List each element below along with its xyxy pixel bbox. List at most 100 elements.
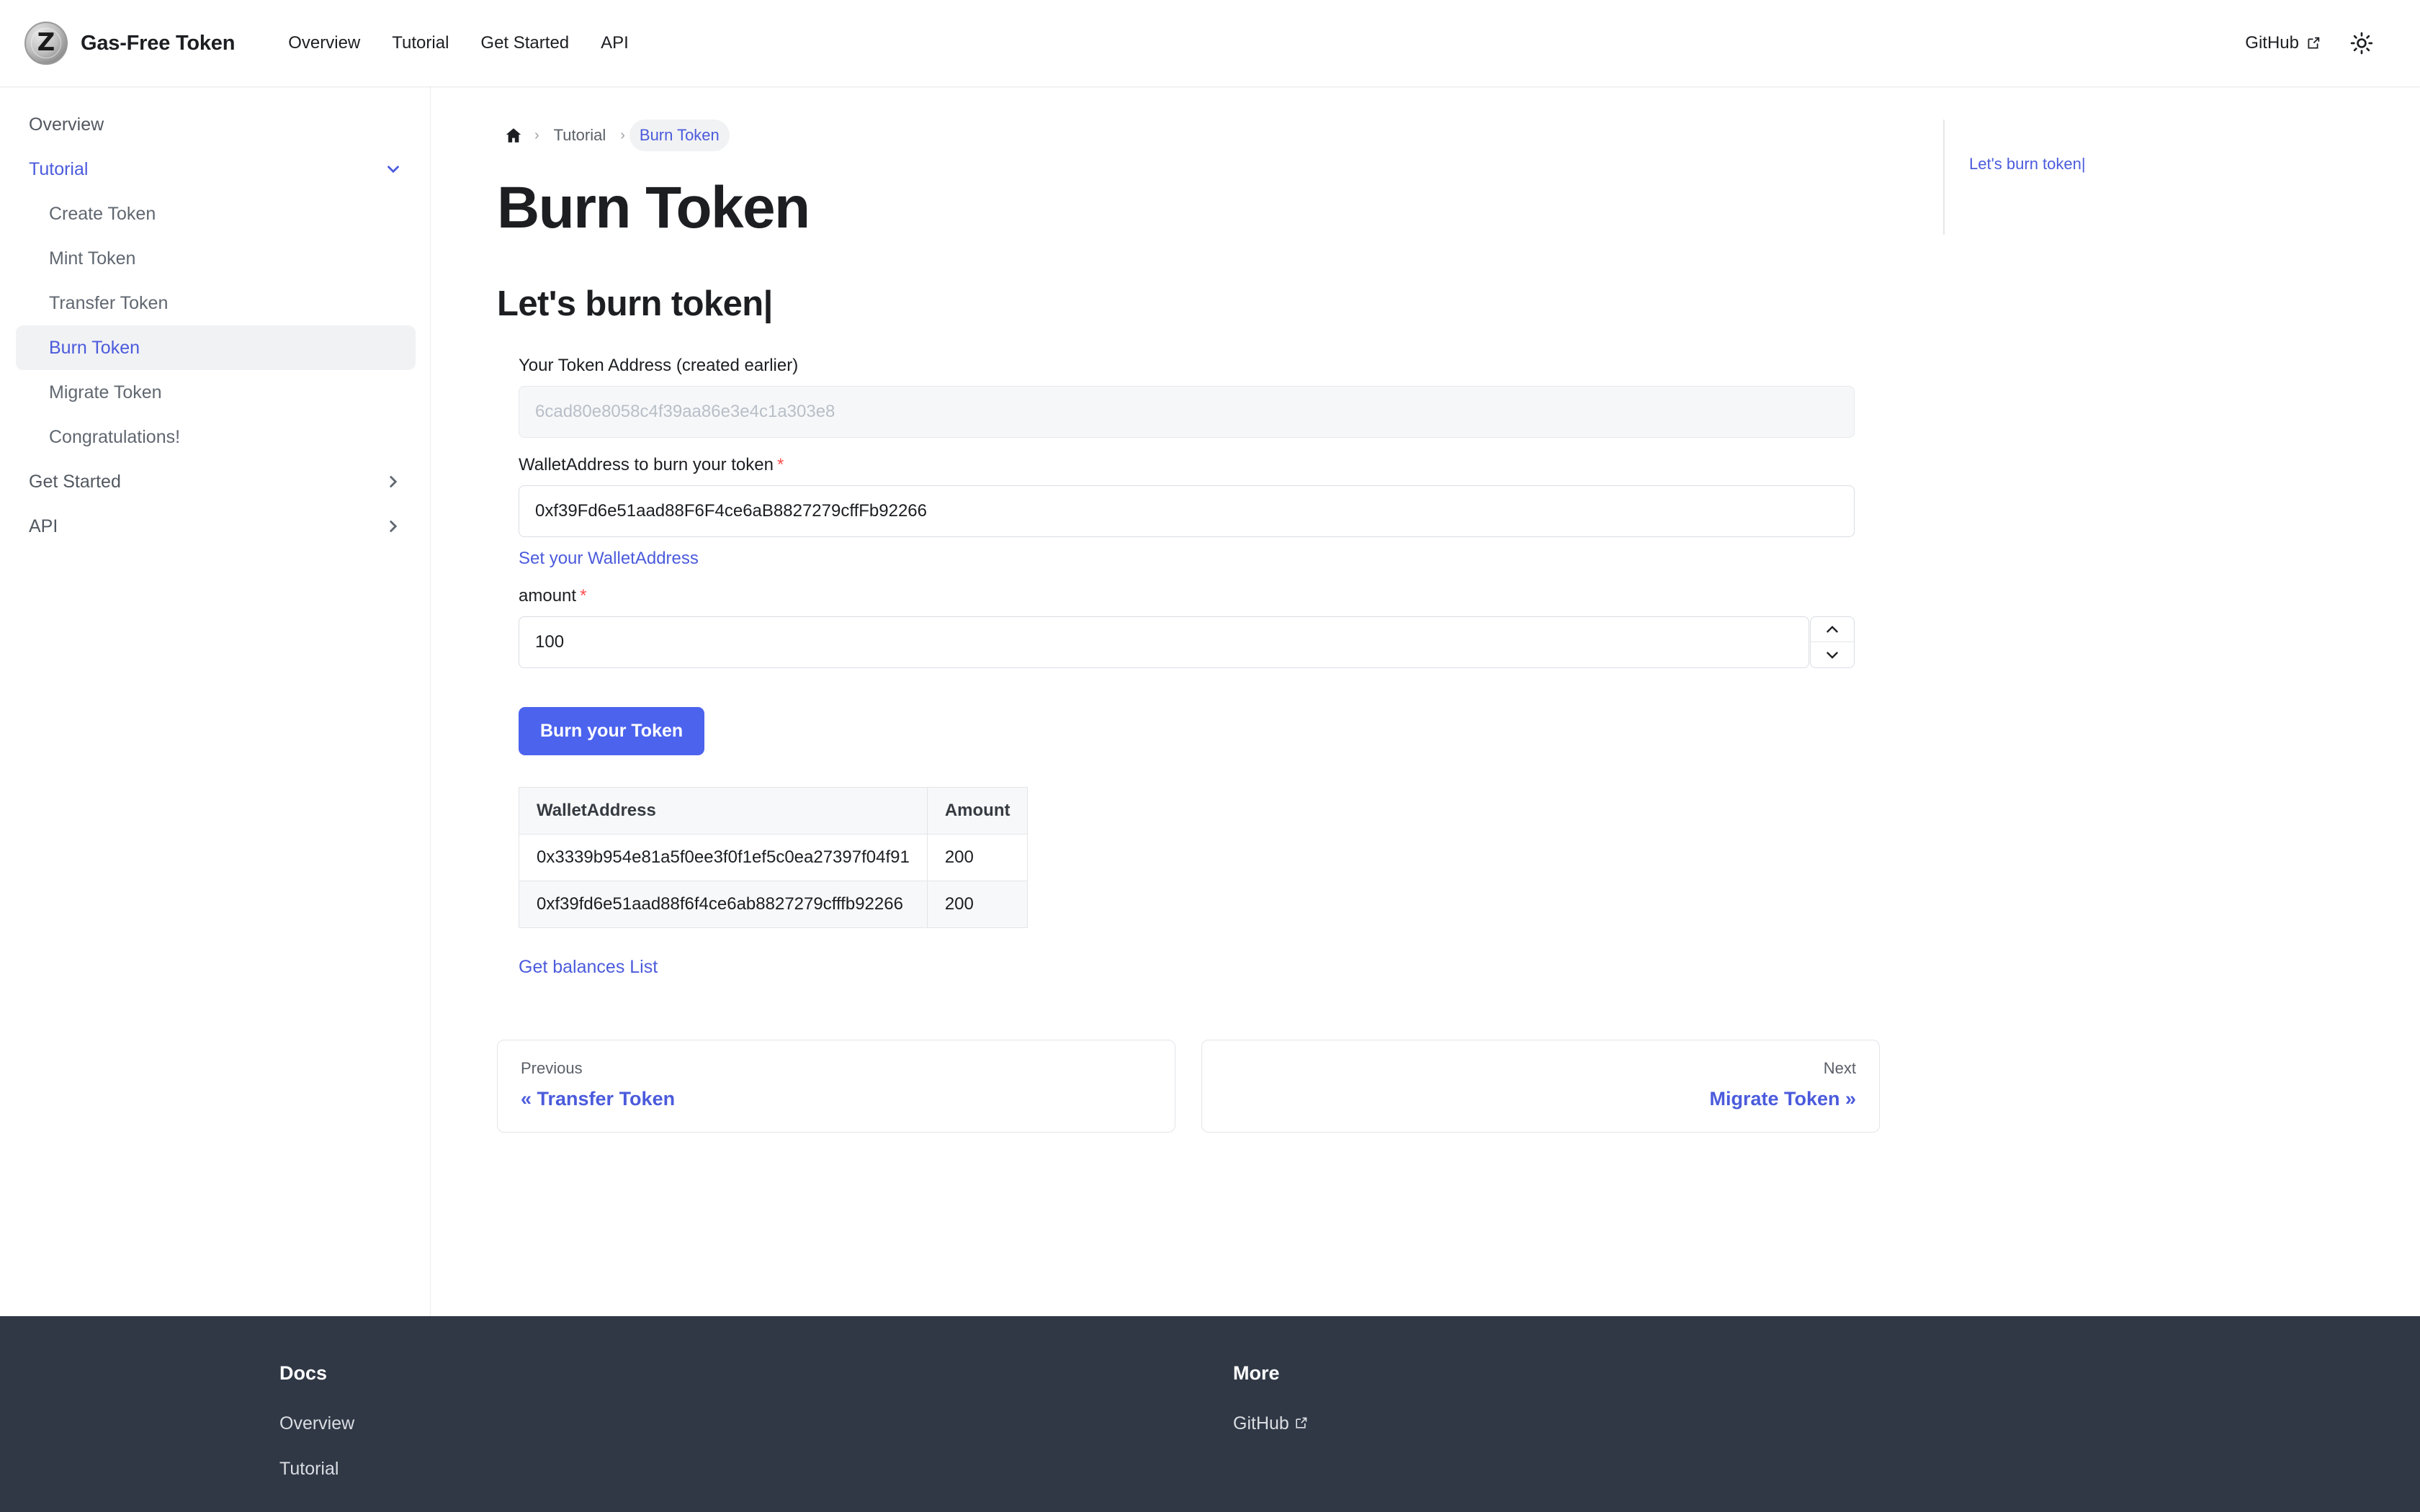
wallet-address-input[interactable] [519,485,1855,538]
pagination-next-kicker: Next [1823,1059,1856,1078]
column-header-walletaddress: WalletAddress [519,787,928,835]
sidebar-item-label: Create Token [49,204,156,224]
sidebar-item-label: Mint Token [49,248,136,269]
theme-toggle-button[interactable] [2345,27,2378,60]
footer-column-more: More GitHub [1233,1362,2187,1504]
nav-github-label: GitHub [2245,33,2299,53]
pagination-next-title: Migrate Token » [1709,1088,1856,1110]
table-header-row: WalletAddress Amount [519,787,1028,835]
chevron-right-icon[interactable] [384,472,403,491]
amount-input[interactable] [519,616,1809,669]
sidebar-item-label: Get Started [29,472,121,492]
toc-item-lets-burn-token[interactable]: Let's burn token| [1969,154,2275,175]
sidebar-item-get-started[interactable]: Get Started [16,459,416,504]
page-body: Overview Tutorial Create Token Mint Toke… [0,86,2420,1316]
sidebar-item-migrate-token[interactable]: Migrate Token [16,370,416,415]
amount-spinner-buttons [1810,616,1855,669]
sidebar-item-api[interactable]: API [16,504,416,549]
get-balances-list-link[interactable]: Get balances List [519,957,658,978]
sidebar-item-transfer-token[interactable]: Transfer Token [16,281,416,325]
section-title: Let's burn token| [497,284,773,324]
footer-link-tutorial[interactable]: Tutorial [279,1459,1233,1480]
wallet-address-label: WalletAddress to burn your token * [519,455,1914,475]
cell-amount: 200 [926,881,1028,929]
nav-link-api[interactable]: API [585,33,645,53]
sidebar-item-label: Congratulations! [49,427,181,447]
wallet-address-label-text: WalletAddress to burn your token [519,455,774,475]
nav-right-group: GitHub [2245,27,2393,60]
brand-home-link[interactable]: Z Gas-Free Token [24,22,235,65]
main-content: › Tutorial › Burn Token Burn Token Let's… [431,86,2420,1316]
doc-column: › Tutorial › Burn Token Burn Token Let's… [431,120,1914,1316]
column-header-amount: Amount [926,787,1028,835]
nav-link-overview[interactable]: Overview [272,33,376,53]
table-row: 0x3339b954e81a5f0ee3f0f1ef5c0ea27397f04f… [519,834,1028,882]
sidebar-item-label: Migrate Token [49,382,162,402]
chevron-down-icon[interactable] [1811,642,1854,667]
footer-link-github-label: GitHub [1233,1413,1289,1434]
breadcrumb-separator: › [620,127,625,143]
token-address-input[interactable] [519,386,1855,438]
table-row: 0xf39fd6e51aad88f6f4ce6ab8827279cfffb922… [519,881,1028,929]
sidebar-item-label: Burn Token [49,338,140,358]
token-address-field-group: Your Token Address (created earlier) [519,356,1914,438]
nav-github-link[interactable]: GitHub [2245,33,2321,53]
footer-link-github[interactable]: GitHub [1233,1413,2187,1434]
cell-amount: 200 [926,834,1028,882]
balances-table: WalletAddress Amount 0x3339b954e81a5f0ee… [519,787,1028,929]
sidebar-item-label: Overview [29,114,104,135]
site-footer: Docs Overview Tutorial More GitHub [0,1316,2420,1512]
cell-walletaddress: 0xf39fd6e51aad88f6f4ce6ab8827279cfffb922… [519,881,928,929]
wallet-address-field-group: WalletAddress to burn your token* Set yo… [519,455,1914,569]
amount-stepper [519,616,1855,669]
logo-glyph: Z [37,28,55,57]
sidebar-item-mint-token[interactable]: Mint Token [16,236,416,281]
external-link-icon [2305,36,2321,51]
nav-link-tutorial[interactable]: Tutorial [376,33,465,53]
breadcrumb-item-tutorial[interactable]: Tutorial [544,120,617,151]
sidebar-item-label: API [29,516,58,536]
breadcrumb: › Tutorial › Burn Token [497,120,1914,151]
chevron-right-icon[interactable] [384,517,403,536]
pagination-previous-kicker: Previous [521,1059,583,1078]
page-title: Burn Token [497,175,810,240]
cell-walletaddress: 0x3339b954e81a5f0ee3f0f1ef5c0ea27397f04f… [519,834,928,882]
burn-token-form: Your Token Address (created earlier) Wal… [497,356,1914,1133]
sidebar-item-label: Transfer Token [49,293,169,313]
pagination-previous-title: « Transfer Token [521,1088,676,1110]
brand-title: Gas-Free Token [81,31,236,55]
external-link-icon [1294,1415,1309,1430]
breadcrumb-home-icon[interactable] [497,120,530,151]
app-logo-icon: Z [24,22,68,65]
sidebar-item-burn-token[interactable]: Burn Token [16,325,416,370]
footer-heading-more: More [1233,1362,1280,1384]
sidebar-item-label: Tutorial [29,159,89,179]
docs-sidebar: Overview Tutorial Create Token Mint Toke… [0,86,431,1316]
burn-token-button[interactable]: Burn your Token [519,707,705,756]
chevron-up-icon[interactable] [1811,617,1854,643]
pagination-next-card[interactable]: Next Migrate Token » [1201,1040,1880,1133]
table-of-contents: Let's burn token| [1943,120,2275,235]
pagination-previous-card[interactable]: Previous « Transfer Token [497,1040,1175,1133]
footer-heading-docs: Docs [279,1362,328,1384]
set-wallet-address-link[interactable]: Set your WalletAddress [519,549,699,569]
balances-table-body: 0x3339b954e81a5f0ee3f0f1ef5c0ea27397f04f… [519,834,1028,929]
breadcrumb-item-burn-token[interactable]: Burn Token [629,120,730,151]
balances-table-head: WalletAddress Amount [519,787,1028,835]
footer-link-overview[interactable]: Overview [279,1413,1233,1434]
nav-link-get-started[interactable]: Get Started [465,33,585,53]
required-marker: * [580,586,587,606]
top-navbar: Z Gas-Free Token Overview Tutorial Get S… [0,0,2420,86]
amount-label: amount * [519,586,1914,606]
sidebar-item-tutorial[interactable]: Tutorial [16,147,416,192]
chevron-down-icon[interactable] [384,160,403,179]
breadcrumb-separator: › [534,127,539,143]
required-marker: * [776,455,784,475]
nav-links: Overview Tutorial Get Started API [272,33,645,53]
footer-column-docs: Docs Overview Tutorial [279,1362,1233,1504]
token-address-label: Your Token Address (created earlier) [519,356,799,376]
sidebar-item-congratulations[interactable]: Congratulations! [16,415,416,459]
doc-pagination: Previous « Transfer Token Next Migrate T… [497,1040,1880,1133]
sidebar-item-create-token[interactable]: Create Token [16,192,416,236]
sidebar-item-overview[interactable]: Overview [16,102,416,147]
